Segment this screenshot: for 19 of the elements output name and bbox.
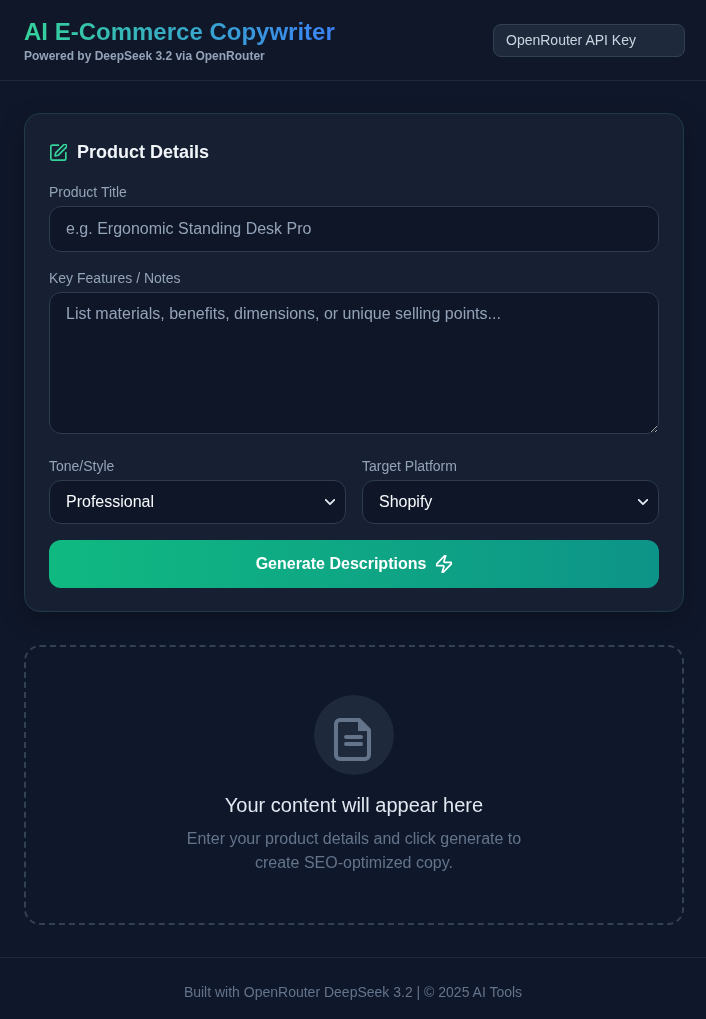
section-heading: Product Details: [77, 141, 210, 164]
footer-text: Built with OpenRouter DeepSeek 3.2 | © 2025 AI Tools: [183, 983, 523, 1002]
lightning-icon: [436, 555, 453, 573]
select-dropdown[interactable]: Shopify: [362, 480, 659, 524]
empty-state-heading: Your content will appear here: [224, 793, 484, 818]
chevron-down-icon: [638, 499, 648, 505]
chevron-down-icon: [325, 499, 335, 505]
api-key-field[interactable]: OpenRouter API Key: [493, 23, 685, 57]
field-label: Key Features / Notes: [49, 269, 181, 288]
empty-state-message: Enter your product details and click generate to create SEO-optimized copy.: [185, 829, 523, 873]
textarea-field[interactable]: List materials, benefits, dimensions, or unique selling points...: [49, 292, 659, 434]
edit-icon: [50, 143, 67, 161]
field-label: Tone/Style: [49, 457, 115, 476]
select-dropdown[interactable]: Professional: [49, 480, 346, 524]
field-label: Product Title: [49, 183, 127, 202]
app-subtitle: Powered by DeepSeek 3.2 via OpenRouter: [24, 48, 265, 64]
input-field[interactable]: e.g. Ergonomic Standing Desk Pro: [49, 206, 659, 252]
document-icon: [314, 695, 394, 775]
field-label: Target Platform: [362, 457, 457, 476]
